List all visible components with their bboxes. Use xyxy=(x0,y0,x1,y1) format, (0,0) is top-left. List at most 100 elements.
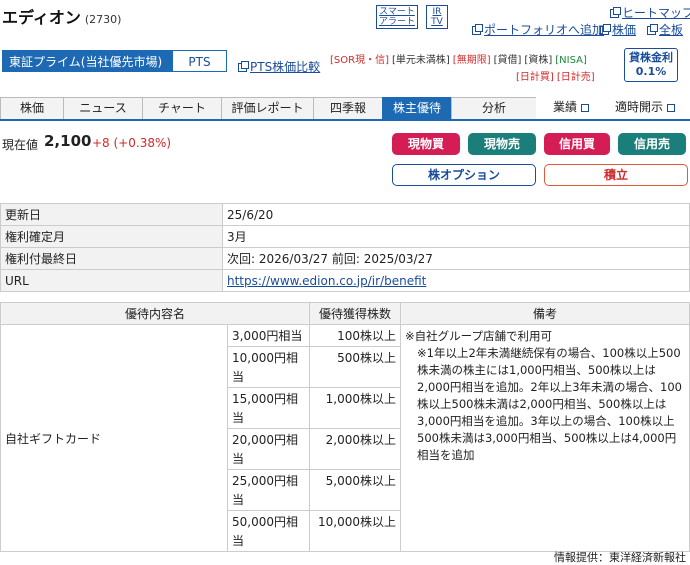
spot-buy-button[interactable]: 現物買 xyxy=(392,133,460,155)
tier-shares: 10,000株以上 xyxy=(309,510,401,552)
pts-compare-link[interactable]: PTS株価比較 xyxy=(238,58,320,75)
tier-shares: 5,000株以上 xyxy=(309,469,401,511)
tab-earnings[interactable]: 業績 xyxy=(536,97,606,119)
smart-alert-label-2: アラート xyxy=(378,17,415,27)
tab-shareholder-benefits[interactable]: 株主優待 xyxy=(382,97,452,119)
table-header-row: 優待内容名 優待獲得株数 備考 xyxy=(0,302,690,325)
tier-value: 25,000円相当 xyxy=(227,469,310,511)
price-change: +8 (+0.38%) xyxy=(92,136,172,150)
tier-value: 10,000円相当 xyxy=(227,346,310,388)
tier-value: 50,000円相当 xyxy=(227,510,310,552)
tab-stock-price[interactable]: 株価 xyxy=(0,97,64,119)
external-link-icon xyxy=(667,104,675,112)
window-icon xyxy=(472,24,483,35)
benefit-notes: ※自社グループ店舗で利用可 ※1年以上2年未満継続保有の場合、100株以上500… xyxy=(400,324,690,552)
portfolio-add-label: ポートフォリオへ追加 xyxy=(484,23,605,37)
badge-sor: [SOR現・信] xyxy=(330,55,389,66)
tab-label: チャート xyxy=(158,101,206,115)
table-row: 権利確定月 3月 xyxy=(0,225,690,248)
header-benefit-name: 優待内容名 xyxy=(0,302,310,325)
record-month-value: 3月 xyxy=(222,225,690,248)
market-tab-pts[interactable]: PTS xyxy=(172,50,227,72)
heatmap-link[interactable]: ヒートマップ xyxy=(610,4,690,21)
url-cell: https://www.edion.co.jp/ir/benefit xyxy=(222,269,690,292)
benefit-url-link[interactable]: https://www.edion.co.jp/ir/benefit xyxy=(227,274,426,288)
tier-shares: 500株以上 xyxy=(309,346,401,388)
irtv-label-2: TV xyxy=(431,17,443,27)
badge-odd-lot: [単元未満株] xyxy=(391,55,450,66)
tab-chart[interactable]: チャート xyxy=(142,97,222,119)
price-label: 現在値 xyxy=(2,138,39,152)
tab-rating-report[interactable]: 評価レポート xyxy=(221,97,314,119)
daytrade-badges: [日計買] [日計売] xyxy=(516,68,595,83)
lending-rate-box[interactable]: 貸株金利 0.1% xyxy=(624,48,678,82)
window-icon xyxy=(647,24,658,35)
badge-nisa: [NISA] xyxy=(555,55,587,66)
benefit-name: 自社ギフトカード xyxy=(0,324,228,552)
window-icon xyxy=(238,61,249,72)
margin-buy-button[interactable]: 信用買 xyxy=(544,133,610,155)
company-title: エディオン (2730) xyxy=(2,4,121,28)
portfolio-add-link[interactable]: ポートフォリオへ追加 xyxy=(472,21,604,38)
tab-label: 適時開示 xyxy=(614,100,663,114)
smart-alert-label-1: スマート xyxy=(379,7,415,17)
all-board-label: 全板 xyxy=(659,23,684,37)
tab-timely-disclosure[interactable]: 適時開示 xyxy=(605,97,685,119)
pts-compare-label: PTS株価比較 xyxy=(250,60,321,74)
table-row: 自社ギフトカード 3,000円相当 100株以上 ※自社グループ店舗で利用可 ※… xyxy=(0,324,690,552)
irtv-label-1: IR xyxy=(432,7,442,17)
spot-sell-button[interactable]: 現物売 xyxy=(468,133,536,155)
benefit-info-table: 更新日 25/6/20 権利確定月 3月 権利付最終日 次回: 2026/03/… xyxy=(0,203,690,292)
url-label: URL xyxy=(0,269,223,292)
smart-alert-button[interactable]: スマート アラート xyxy=(376,5,418,29)
tier-shares: 1,000株以上 xyxy=(309,387,401,429)
badge-unlimited: [無期限] xyxy=(452,55,491,66)
update-date-value: 25/6/20 xyxy=(222,203,690,226)
record-month-label: 権利確定月 xyxy=(0,225,223,248)
header-notes: 備考 xyxy=(400,302,690,325)
table-row: 権利付最終日 次回: 2026/03/27 前回: 2025/03/27 xyxy=(0,247,690,270)
lending-rate-label: 貸株金利 xyxy=(629,51,673,64)
tab-label: 評価レポート xyxy=(231,101,304,115)
stock-price-link[interactable]: 株価 xyxy=(600,21,636,38)
tier-value: 3,000円相当 xyxy=(227,324,310,347)
table-row: 更新日 25/6/20 xyxy=(0,203,690,226)
stock-header: エディオン (2730) スマート アラート IR TV ヒートマップ ポートフォ… xyxy=(0,0,690,96)
window-icon xyxy=(600,24,611,35)
badge-lending: [貸借] xyxy=(493,55,522,66)
tier-shares: 2,000株以上 xyxy=(309,428,401,470)
tier-value: 20,000円相当 xyxy=(227,428,310,470)
table-row: URL https://www.edion.co.jp/ir/benefit xyxy=(0,269,690,292)
last-rights-date-label: 権利付最終日 xyxy=(0,247,223,270)
tab-label: 四季報 xyxy=(329,101,366,115)
last-rights-date-value: 次回: 2026/03/27 前回: 2025/03/27 xyxy=(222,247,690,270)
stock-code: (2730) xyxy=(84,13,122,26)
benefit-detail-table: 優待内容名 優待獲得株数 備考 自社ギフトカード 3,000円相当 100株以上… xyxy=(0,302,690,552)
tab-label: 株主優待 xyxy=(392,101,441,115)
all-board-link[interactable]: 全板 xyxy=(647,21,683,38)
header-required-shares: 優待獲得株数 xyxy=(309,302,401,325)
tab-label: ニュース xyxy=(79,101,127,115)
note-line-2: ※1年以上2年未満継続保有の場合、100株以上500株未満の株主には1,000円… xyxy=(417,346,683,462)
tab-label: 分析 xyxy=(481,101,506,115)
company-name: エディオン xyxy=(2,8,81,27)
accumulate-button[interactable]: 積立 xyxy=(544,164,688,186)
tab-label: 業績 xyxy=(552,100,577,114)
tab-shikiho[interactable]: 四季報 xyxy=(313,97,383,119)
tab-news[interactable]: ニュース xyxy=(63,97,143,119)
note-line-1: ※自社グループ店舗で利用可 xyxy=(405,329,552,343)
tier-value: 15,000円相当 xyxy=(227,387,310,429)
window-icon xyxy=(610,7,621,18)
margin-sell-button[interactable]: 信用売 xyxy=(618,133,686,155)
stock-option-button[interactable]: 株オプション xyxy=(392,164,536,186)
irtv-button[interactable]: IR TV xyxy=(426,5,448,29)
heatmap-label: ヒートマップ xyxy=(622,6,690,20)
badge-day-sell: [日計売] xyxy=(556,72,595,83)
lending-rate-value: 0.1% xyxy=(635,65,667,78)
market-tab-tse-prime[interactable]: 東証プライム(当社優先市場) xyxy=(2,50,172,72)
trading-badges: [SOR現・信] [単元未満株] [無期限] [貸借] [資株] [NISA] xyxy=(330,51,590,66)
tab-label: 株価 xyxy=(19,101,44,115)
badge-day-buy: [日計買] xyxy=(516,72,554,83)
tier-shares: 100株以上 xyxy=(309,324,401,347)
tab-analysis[interactable]: 分析 xyxy=(451,97,537,119)
